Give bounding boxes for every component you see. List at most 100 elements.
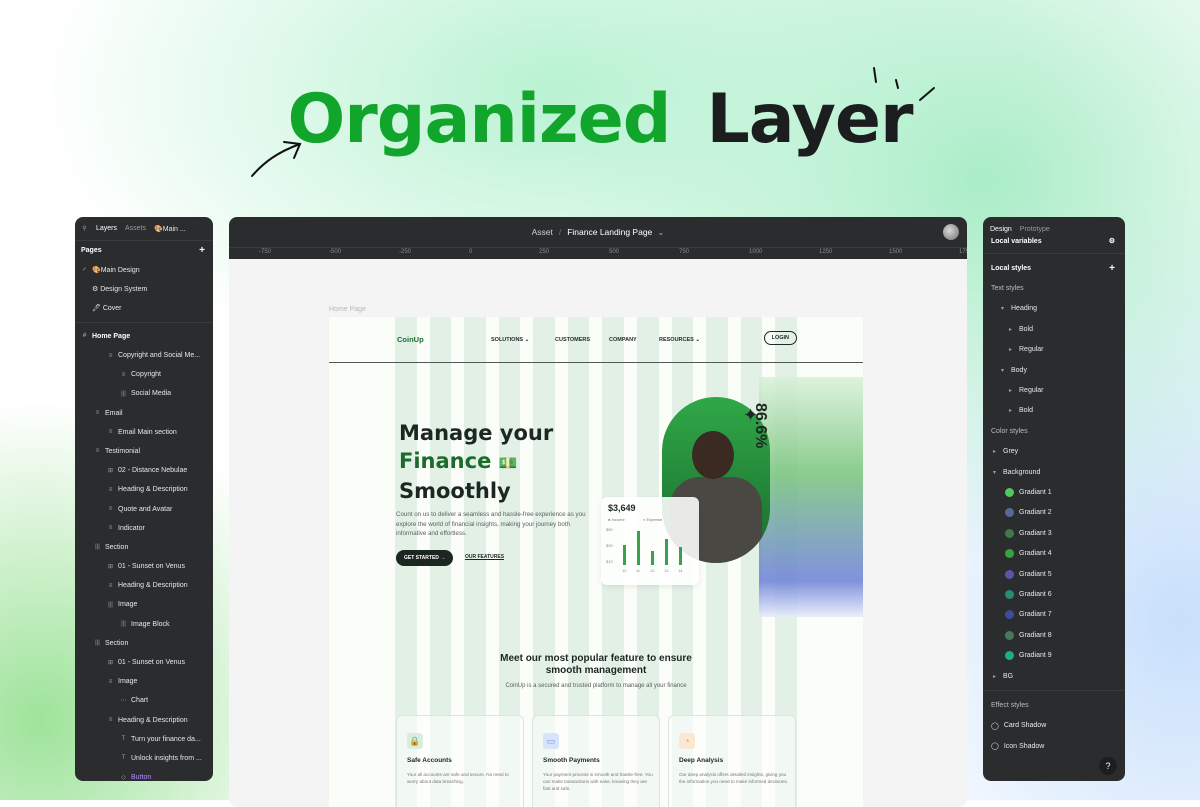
card-bar xyxy=(623,545,626,565)
canvas[interactable]: Home Page CoinUp SOLUTIONS ⌄ CUSTOMERS C… xyxy=(229,259,967,807)
gradient-style-item[interactable]: Gradiant 1 xyxy=(983,482,1125,502)
gradient-style-item[interactable]: Gradiant 2 xyxy=(983,503,1125,523)
text-style-item[interactable]: ▸ Bold xyxy=(983,319,1125,339)
analysis-icon: ◔ xyxy=(679,733,695,749)
layer-item[interactable]: ≡ Heading & Description xyxy=(75,576,213,595)
headline-word-green: Organized xyxy=(287,80,671,159)
add-style-icon[interactable]: + xyxy=(1109,263,1115,274)
text-style-item[interactable]: ▾ Body xyxy=(983,360,1125,380)
page-selector[interactable]: 🎨Main ... xyxy=(154,225,186,233)
tab-prototype[interactable]: Prototype xyxy=(1020,226,1050,233)
page-item[interactable]: 🖊 Cover xyxy=(75,299,213,318)
layer-item[interactable]: ≡ Email xyxy=(75,404,213,423)
gradient-style-item[interactable]: Gradiant 5 xyxy=(983,564,1125,584)
gradient-style-item[interactable]: Gradiant 7 xyxy=(983,605,1125,625)
feature-desc: Your payment process is smooth and hassl… xyxy=(543,772,653,791)
frame-icon: # xyxy=(82,333,87,340)
text-style-item[interactable]: ▾ Heading xyxy=(983,299,1125,319)
layer-item[interactable]: ||| Section xyxy=(75,538,213,557)
local-variables-row[interactable]: Local variables ⚙ xyxy=(983,233,1125,249)
ruler-tick: 1750 xyxy=(959,249,967,255)
layer-item[interactable]: ⋯ Chart xyxy=(75,691,213,710)
local-styles-row: Local styles + xyxy=(983,258,1125,278)
layer-type-icon: ||| xyxy=(121,621,126,628)
variables-settings-icon[interactable]: ⚙ xyxy=(1109,237,1115,245)
shadow-icon: ◯ xyxy=(991,743,999,751)
avatar[interactable] xyxy=(943,224,959,240)
hero-line-3: Smoothly xyxy=(399,479,511,503)
canvas-window: Asset / Finance Landing Page ⌄ -750 -500-… xyxy=(229,217,967,807)
gradient-style-item[interactable]: Gradiant 6 xyxy=(983,584,1125,604)
breadcrumb-parent[interactable]: Asset xyxy=(532,227,553,237)
text-style-item[interactable]: ▸ Regular xyxy=(983,340,1125,360)
section-title: Meet our most popular feature to ensure … xyxy=(500,653,692,676)
layer-item[interactable]: ≡ Indicator xyxy=(75,519,213,538)
y-tick: $30 xyxy=(606,543,613,548)
page-item[interactable]: ⚙ Design System xyxy=(75,279,213,298)
get-started-button[interactable]: GET STARTED → xyxy=(396,550,454,566)
tab-assets[interactable]: Assets xyxy=(125,225,146,232)
page-item[interactable]: ✓ 🎨Main Design xyxy=(75,260,213,279)
site-logo[interactable]: CoinUp xyxy=(397,335,424,344)
x-tick: 13 xyxy=(664,568,669,573)
layer-item[interactable]: ||| Image xyxy=(75,595,213,614)
ruler-tick: 500 xyxy=(609,249,620,255)
text-styles-header: Text styles xyxy=(991,285,1024,293)
gradient-style-item[interactable]: Gradiant 9 xyxy=(983,645,1125,665)
layer-item[interactable]: ≡ Copyright xyxy=(75,365,213,384)
site-navbar: CoinUp SOLUTIONS ⌄ CUSTOMERS COMPANY RES… xyxy=(329,317,863,363)
layer-item[interactable]: T Unlock insights from ... xyxy=(75,749,213,768)
color-group-grey[interactable]: ▸ Grey xyxy=(983,442,1125,462)
section-subtitle: CoinUp is a secured and trusted platform… xyxy=(505,683,687,689)
legend-expense: ● Expense xyxy=(643,517,663,522)
hero-line-2: Finance xyxy=(399,449,492,473)
gradient-style-item[interactable]: Gradiant 4 xyxy=(983,543,1125,563)
search-icon[interactable]: ⚲ xyxy=(81,225,88,232)
layers-panel-header: ⚲ Layers Assets 🎨Main ... xyxy=(75,217,213,241)
layer-item[interactable]: ⊞ 02 - Distance Nebulae xyxy=(75,461,213,480)
color-swatch xyxy=(1005,569,1014,579)
help-button[interactable]: ? xyxy=(1099,757,1117,775)
layer-item[interactable]: ≡ Heading & Description xyxy=(75,480,213,499)
effect-icon-shadow[interactable]: ◯ Icon Shadow xyxy=(983,736,1125,756)
layer-item[interactable]: ||| Section xyxy=(75,634,213,653)
effect-card-shadow[interactable]: ◯ Card Shadow xyxy=(983,716,1125,736)
color-group-background[interactable]: ▾ Background xyxy=(983,462,1125,482)
hero-description: Count on us to deliver a seamless and ha… xyxy=(396,511,586,537)
sparkle-lines-icon xyxy=(873,67,935,101)
add-page-icon[interactable]: + xyxy=(199,245,205,256)
chevron-down-icon[interactable]: ⌄ xyxy=(657,227,664,238)
gradient-style-item[interactable]: Gradiant 8 xyxy=(983,625,1125,645)
layer-item[interactable]: ⊞ 01 - Sunset on Venus xyxy=(75,557,213,576)
frame-name-label[interactable]: Home Page xyxy=(329,306,366,313)
layer-item[interactable]: ≡ Email Main section xyxy=(75,423,213,442)
file-title[interactable]: Finance Landing Page xyxy=(567,227,652,237)
our-features-link[interactable]: OUR FEATURES xyxy=(465,554,504,560)
tab-design[interactable]: Design xyxy=(990,226,1012,233)
layer-item[interactable]: ≡ Copyright and Social Me... xyxy=(75,346,213,365)
tab-layers[interactable]: Layers xyxy=(96,225,117,232)
nav-company[interactable]: COMPANY xyxy=(609,337,637,343)
color-group-bg[interactable]: ▸ BG xyxy=(983,666,1125,686)
text-style-item[interactable]: ▸ Regular xyxy=(983,380,1125,400)
landing-page-frame[interactable]: CoinUp SOLUTIONS ⌄ CUSTOMERS COMPANY RES… xyxy=(329,317,863,807)
gradient-style-item[interactable]: Gradiant 3 xyxy=(983,523,1125,543)
layer-item[interactable]: ≡ Testimonial xyxy=(75,442,213,461)
layer-item[interactable]: ||| Social Media xyxy=(75,384,213,403)
text-style-item[interactable]: ▸ Bold xyxy=(983,401,1125,421)
nav-solutions[interactable]: SOLUTIONS ⌄ xyxy=(491,337,529,343)
layer-item[interactable]: ||| Image Block xyxy=(75,615,213,634)
layer-item[interactable]: ≡ Image xyxy=(75,672,213,691)
feature-desc: Our deep analysis offers detailed insigh… xyxy=(679,772,789,784)
layer-item[interactable]: ◇ Button xyxy=(75,768,213,781)
color-swatch xyxy=(1005,651,1014,661)
nav-customers[interactable]: CUSTOMERS xyxy=(555,337,590,343)
login-button[interactable]: LOGIN xyxy=(763,331,797,345)
layer-item[interactable]: ≡ Heading & Description xyxy=(75,711,213,730)
layer-item[interactable]: T Turn your finance da... xyxy=(75,730,213,749)
nav-resources[interactable]: RESOURCES ⌄ xyxy=(659,337,700,343)
layer-item[interactable]: ⊞ 01 - Sunset on Venus xyxy=(75,653,213,672)
frame-row[interactable]: # Home Page xyxy=(75,327,213,346)
feature-card-safe-accounts: 🔒 Safe Accounts Your all accounts are sa… xyxy=(396,715,524,807)
layer-item[interactable]: ≡ Quote and Avatar xyxy=(75,499,213,518)
